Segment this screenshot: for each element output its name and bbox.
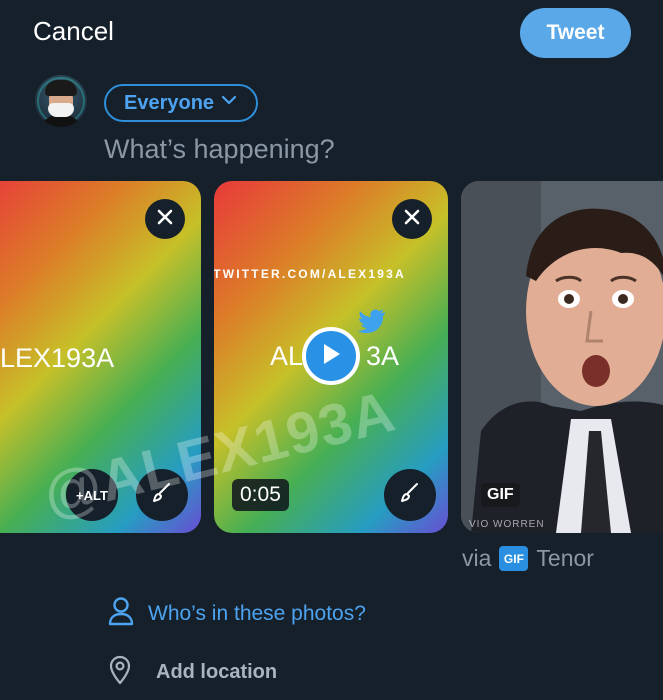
image-text: LEX193A [0, 343, 115, 373]
tweet-button[interactable]: Tweet [520, 8, 631, 58]
media-strip: LEX193A +ALT FOLLOW ME ON HTTPS://TWITTE… [0, 181, 663, 536]
video-duration: 0:05 [232, 479, 289, 511]
via-label: via [462, 545, 492, 571]
top-bar: Cancel Tweet [0, 0, 663, 66]
gif-caption: VIO WORREN [469, 519, 545, 530]
gif-preview-image [461, 181, 663, 533]
twitter-bird-icon [357, 308, 387, 339]
add-location-label: Add location [156, 661, 278, 683]
play-icon [320, 342, 342, 371]
cancel-button[interactable]: Cancel [33, 16, 114, 47]
media-card-gif[interactable]: GIF VIO WORREN [461, 181, 663, 533]
tag-people-button[interactable]: Who’s in these photos? [108, 596, 366, 631]
close-icon [403, 208, 421, 231]
audience-selector[interactable]: Everyone [104, 84, 259, 122]
edit-media-button[interactable] [384, 469, 436, 521]
provider-label: Tenor [536, 545, 594, 571]
remove-media-button[interactable] [392, 199, 432, 239]
video-text-right: 3A [366, 341, 400, 371]
tenor-logo-icon: GIF [499, 546, 529, 571]
play-button[interactable] [302, 327, 360, 385]
remove-media-button[interactable] [145, 199, 185, 239]
audience-label: Everyone [124, 91, 215, 114]
brush-icon [150, 481, 174, 510]
brush-icon [398, 481, 422, 510]
gif-badge: GIF [481, 483, 520, 507]
media-card-video[interactable]: FOLLOW ME ON HTTPS://TWITTER.COM/ALEX193… [214, 181, 448, 533]
follow-text: FOLLOW ME ON HTTPS://TWITTER.COM/ALEX193… [214, 267, 406, 281]
compose-input[interactable]: What’s happening? [104, 134, 335, 165]
location-pin-icon [108, 655, 132, 690]
edit-media-button[interactable] [136, 469, 188, 521]
close-icon [156, 208, 174, 231]
tag-people-label: Who’s in these photos? [148, 601, 366, 625]
avatar[interactable] [35, 75, 87, 127]
add-alt-text-button[interactable]: +ALT [66, 469, 118, 521]
gif-attribution: via GIF Tenor [462, 545, 594, 572]
person-icon [108, 596, 134, 631]
chevron-down-icon [220, 91, 238, 115]
add-location-button[interactable]: Add location [108, 655, 277, 690]
media-card-image[interactable]: LEX193A +ALT [0, 181, 201, 533]
video-text-left: AL [270, 341, 304, 371]
